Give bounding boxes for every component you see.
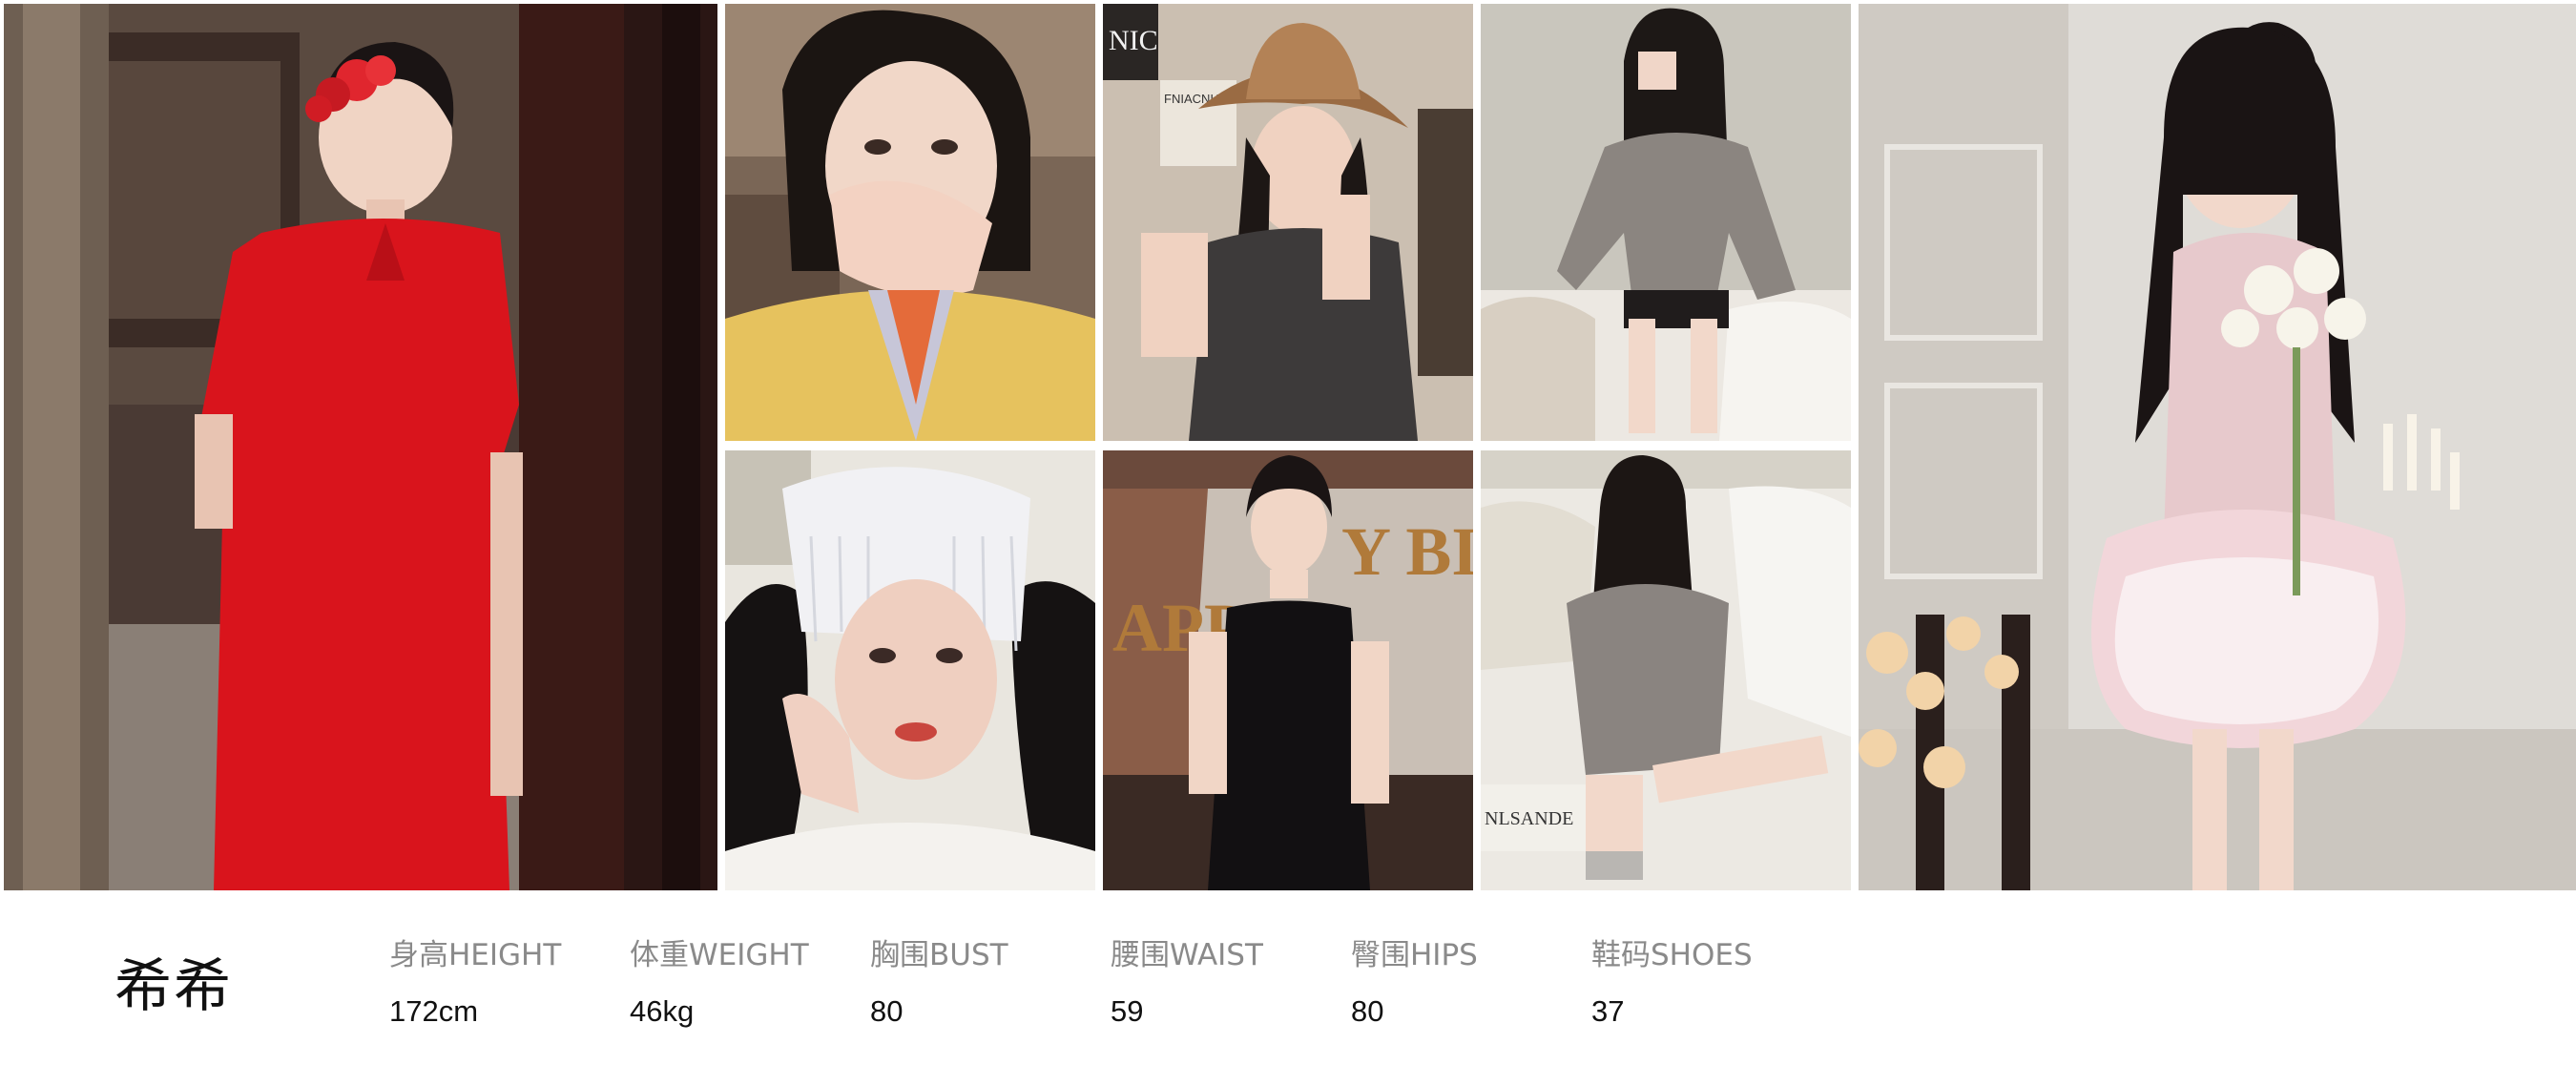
stat-label: 腰围WAIST xyxy=(1111,938,1263,972)
stat-hips: 臀围HIPS 80 xyxy=(1351,930,1580,1029)
stat-height: 身高HEIGHT 172cm xyxy=(389,930,618,1029)
photo-grey-sweater-lounging[interactable]: NLSANDE xyxy=(1481,450,1851,890)
stat-value: 59 xyxy=(1111,994,1144,1028)
photo-pink-tulle-dress[interactable] xyxy=(1859,4,2576,890)
photo-red-qipao[interactable] xyxy=(4,4,717,890)
photo-birthday-black-dress-image: Y BI APPY xyxy=(1103,450,1473,890)
banner-text-1: Y BI xyxy=(1341,513,1473,590)
photo-grey-sweater-lounging-image: NLSANDE xyxy=(1481,450,1851,890)
stat-bust: 胸围BUST 80 xyxy=(870,930,1099,1029)
stat-label: 胸围BUST xyxy=(870,938,1008,972)
photo-hand-over-mouth-image xyxy=(725,4,1095,441)
newspaper-text: NLSANDE xyxy=(1485,808,1573,829)
stat-waist: 腰围WAIST 59 xyxy=(1111,930,1340,1029)
stat-label: 臀围HIPS xyxy=(1351,938,1478,972)
photo-red-qipao-image xyxy=(4,4,717,890)
poster-sign-text: NIC xyxy=(1109,25,1158,56)
photo-gallery: NIC FNIACNIA Y BI APPY NLSANDE xyxy=(0,0,2576,892)
photo-grey-sweater-sitting[interactable] xyxy=(1481,4,1851,441)
photo-fringe-headpiece-image xyxy=(725,450,1095,890)
stat-weight: 体重WEIGHT 46kg xyxy=(630,930,859,1029)
photo-birthday-black-dress[interactable]: Y BI APPY xyxy=(1103,450,1473,890)
photo-hand-over-mouth[interactable] xyxy=(725,4,1095,441)
stat-label: 身高HEIGHT xyxy=(389,938,562,972)
stat-shoes: 鞋码SHOES 37 xyxy=(1591,930,1820,1029)
stat-value: 172cm xyxy=(389,994,479,1028)
stat-value: 37 xyxy=(1591,994,1625,1028)
photo-cowboy-hat-image: NIC FNIACNIA xyxy=(1103,4,1473,441)
model-info-bar: 希希 身高HEIGHT 172cm 体重WEIGHT 46kg 胸围BUST 8… xyxy=(0,892,2576,1065)
photo-pink-tulle-dress-image xyxy=(1859,4,2576,890)
stat-label: 体重WEIGHT xyxy=(630,938,809,972)
photo-grey-sweater-sitting-image xyxy=(1481,4,1851,441)
stat-value: 80 xyxy=(1351,994,1384,1028)
stat-value: 80 xyxy=(870,994,904,1028)
stat-value: 46kg xyxy=(630,994,695,1028)
photo-fringe-headpiece[interactable] xyxy=(725,450,1095,890)
stat-label: 鞋码SHOES xyxy=(1591,938,1753,972)
photo-cowboy-hat[interactable]: NIC FNIACNIA xyxy=(1103,4,1473,441)
model-name: 希希 xyxy=(114,953,233,1020)
